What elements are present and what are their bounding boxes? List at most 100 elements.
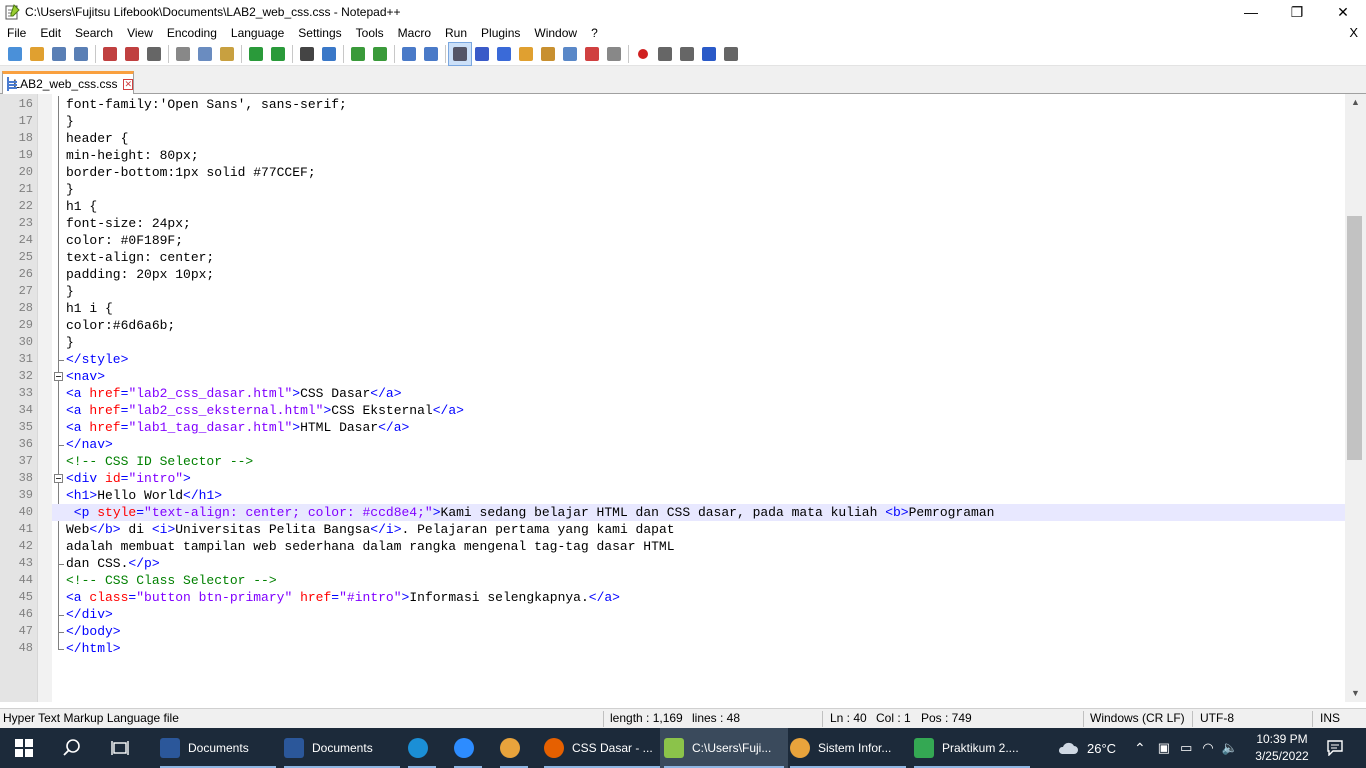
taskbar-app-chrome[interactable]: Sistem Infor...	[786, 728, 910, 768]
code-line[interactable]: </div>	[52, 606, 1345, 623]
copy-icon[interactable]	[194, 43, 216, 65]
taskbar-app-chrome[interactable]	[496, 728, 532, 768]
monitoring-icon[interactable]	[603, 43, 625, 65]
current-line[interactable]: <p style="text-align: center; color: #cc…	[52, 504, 1345, 521]
code-line[interactable]: }	[52, 113, 1345, 130]
scroll-up-icon[interactable]: ▲	[1345, 94, 1366, 111]
maximize-button[interactable]: ❐	[1274, 0, 1320, 24]
zoom-in-icon[interactable]	[347, 43, 369, 65]
menu-help[interactable]: ?	[584, 24, 605, 42]
code-line[interactable]: </nav>	[52, 436, 1345, 453]
menu-search[interactable]: Search	[68, 24, 120, 42]
task-view-button[interactable]	[96, 728, 144, 768]
tab-lab2-web-css[interactable]: LAB2_web_css.css ✕	[2, 71, 134, 94]
code-line[interactable]: border-bottom:1px solid #77CCEF;	[52, 164, 1345, 181]
menu-edit[interactable]: Edit	[33, 24, 68, 42]
sync-horizontal-icon[interactable]	[420, 43, 442, 65]
code-line[interactable]: header {	[52, 130, 1345, 147]
sync-vertical-icon[interactable]	[398, 43, 420, 65]
scroll-thumb[interactable]	[1347, 216, 1362, 460]
menu-language[interactable]: Language	[224, 24, 291, 42]
code-line[interactable]: color: #0F189F;	[52, 232, 1345, 249]
word-wrap-icon[interactable]	[448, 41, 472, 66]
menu-view[interactable]: View	[120, 24, 160, 42]
code-line[interactable]: }	[52, 181, 1345, 198]
code-line[interactable]: <!-- CSS ID Selector -->	[52, 453, 1345, 470]
taskbar-app-word-doc[interactable]: Documents	[280, 728, 404, 768]
play-macro-icon[interactable]	[676, 43, 698, 65]
stop-record-icon[interactable]	[654, 43, 676, 65]
paste-icon[interactable]	[216, 43, 238, 65]
taskbar-app-firefox[interactable]: CSS Dasar - ...	[540, 728, 664, 768]
open-file-icon[interactable]	[26, 43, 48, 65]
close-all-icon[interactable]	[121, 43, 143, 65]
code-line[interactable]: dan CSS.</p>	[52, 555, 1345, 572]
volume-icon[interactable]: 🔈	[1222, 740, 1238, 756]
save-icon[interactable]	[48, 43, 70, 65]
taskbar-app-drive[interactable]: Praktikum 2....	[910, 728, 1034, 768]
meet-now-icon[interactable]: ▣	[1158, 740, 1170, 756]
code-line[interactable]: adalah membuat tampilan web sederhana da…	[52, 538, 1345, 555]
code-line[interactable]: <div id="intro">	[52, 470, 1345, 487]
run-macro-multiple-icon[interactable]	[698, 43, 720, 65]
new-file-icon[interactable]	[4, 43, 26, 65]
replace-icon[interactable]	[318, 43, 340, 65]
menu-file[interactable]: File	[0, 24, 33, 42]
code-line[interactable]: h1 {	[52, 198, 1345, 215]
find-icon[interactable]	[296, 43, 318, 65]
code-line[interactable]: <h1>Hello World</h1>	[52, 487, 1345, 504]
taskbar-app-zoom[interactable]	[450, 728, 486, 768]
code-line[interactable]: <a href="lab2_css_eksternal.html">CSS Ek…	[52, 402, 1345, 419]
close-icon[interactable]	[99, 43, 121, 65]
clock[interactable]: 10:39 PM 3/25/2022	[1253, 731, 1311, 765]
vertical-scrollbar[interactable]: ▲ ▼	[1345, 94, 1366, 702]
menu-plugins[interactable]: Plugins	[474, 24, 527, 42]
code-line[interactable]: <!-- CSS Class Selector -->	[52, 572, 1345, 589]
close-window-button[interactable]: ✕	[1320, 0, 1366, 24]
menu-settings[interactable]: Settings	[291, 24, 348, 42]
minimize-button[interactable]: —	[1228, 0, 1274, 24]
scroll-down-icon[interactable]: ▼	[1345, 685, 1366, 702]
code-line[interactable]: Web</b> di <i>Universitas Pelita Bangsa<…	[52, 521, 1345, 538]
indent-guide-icon[interactable]	[493, 43, 515, 65]
menu-encoding[interactable]: Encoding	[160, 24, 224, 42]
notifications-button[interactable]	[1318, 728, 1352, 768]
save-macro-icon[interactable]	[720, 43, 742, 65]
folder-workspace-icon[interactable]	[581, 43, 603, 65]
cut-icon[interactable]	[172, 43, 194, 65]
code-line[interactable]: </style>	[52, 351, 1345, 368]
code-line[interactable]: <a href="lab1_tag_dasar.html">HTML Dasar…	[52, 419, 1345, 436]
print-icon[interactable]	[143, 43, 165, 65]
show-all-chars-icon[interactable]	[471, 43, 493, 65]
code-line[interactable]: font-family:'Open Sans', sans-serif;	[52, 96, 1345, 113]
redo-icon[interactable]	[267, 43, 289, 65]
function-list-icon[interactable]	[559, 43, 581, 65]
close-document-button[interactable]: X	[1349, 24, 1358, 42]
code-line[interactable]: <nav>	[52, 368, 1345, 385]
doc-map-icon[interactable]	[537, 43, 559, 65]
save-all-icon[interactable]	[70, 43, 92, 65]
chevron-up-icon[interactable]: ⌃	[1134, 740, 1146, 757]
zoom-out-icon[interactable]	[369, 43, 391, 65]
start-button[interactable]	[0, 728, 48, 768]
code-line[interactable]: padding: 20px 10px;	[52, 266, 1345, 283]
tab-close-icon[interactable]: ✕	[123, 78, 133, 90]
editor[interactable]: 16 17 18 19 20 21 22 23 24 25 26 27 28 29 30 31 32 33 34 35…	[0, 94, 1366, 702]
code-line[interactable]: <a href="lab2_css_dasar.html">CSS Dasar<…	[52, 385, 1345, 402]
code-line[interactable]: font-size: 24px;	[52, 215, 1345, 232]
code-line[interactable]: min-height: 80px;	[52, 147, 1345, 164]
code-line[interactable]: color:#6d6a6b;	[52, 317, 1345, 334]
user-lang-icon[interactable]	[515, 43, 537, 65]
taskbar-app-notepadpp[interactable]: C:\Users\Fuji...	[660, 728, 788, 768]
menu-run[interactable]: Run	[438, 24, 474, 42]
wifi-icon[interactable]: ◠	[1202, 740, 1213, 756]
weather-temperature[interactable]: 26°C	[1087, 741, 1116, 756]
code-line[interactable]: <a class="button btn-primary" href="#int…	[52, 589, 1345, 606]
code-line[interactable]: </html>	[52, 640, 1345, 657]
code-line[interactable]: }	[52, 283, 1345, 300]
menu-macro[interactable]: Macro	[391, 24, 438, 42]
battery-icon[interactable]: ▭	[1180, 740, 1192, 756]
code-area[interactable]: font-family:'Open Sans', sans-serif;} hea…	[52, 94, 1345, 702]
taskbar-app-edge[interactable]	[404, 728, 440, 768]
menu-window[interactable]: Window	[527, 24, 584, 42]
